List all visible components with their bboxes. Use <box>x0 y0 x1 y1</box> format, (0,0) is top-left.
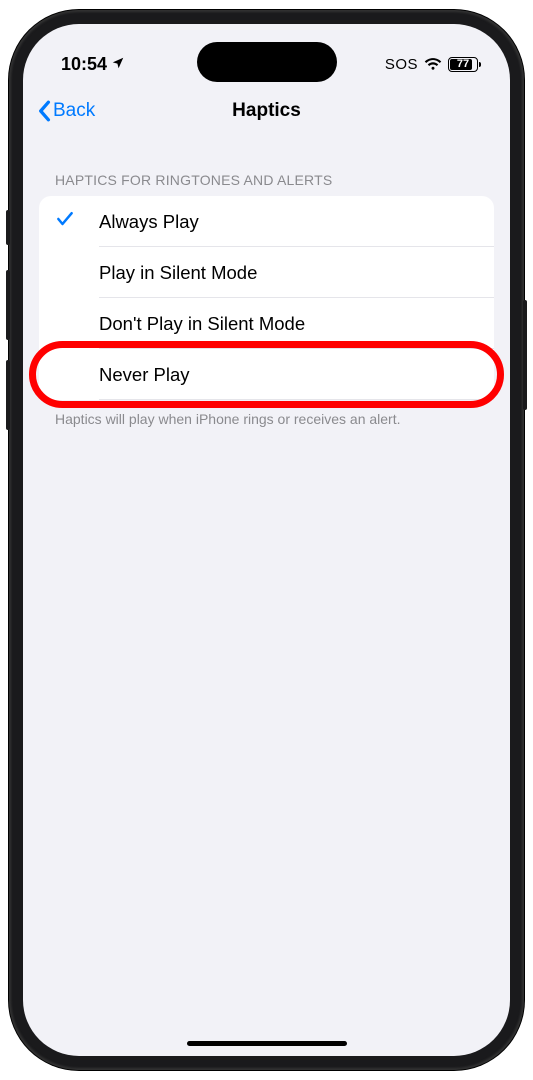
content-area: HAPTICS FOR RINGTONES AND ALERTS Always … <box>23 136 510 428</box>
option-always-play[interactable]: Always Play <box>39 196 494 247</box>
nav-bar: Back Haptics <box>23 86 510 136</box>
check-column <box>55 209 99 234</box>
checkmark-icon <box>55 209 75 234</box>
page-title: Haptics <box>232 100 301 122</box>
option-never-play[interactable]: Never Play <box>39 349 494 400</box>
screen: 10:54 SOS 77 Back Haptics <box>23 24 510 1056</box>
location-icon <box>111 54 125 75</box>
back-button[interactable]: Back <box>37 100 95 122</box>
battery-icon: 77 <box>448 57 478 72</box>
home-indicator[interactable] <box>187 1041 347 1046</box>
sos-indicator: SOS <box>385 56 418 73</box>
wifi-icon <box>424 54 442 75</box>
option-label: Never Play <box>99 364 189 386</box>
dynamic-island <box>197 42 337 82</box>
option-label: Always Play <box>99 211 199 233</box>
options-list: Always Play Play in Silent Mode Don't Pl… <box>39 196 494 400</box>
section-footer: Haptics will play when iPhone rings or r… <box>39 400 494 428</box>
option-wrap-never-play: Never Play <box>39 349 494 400</box>
side-button <box>6 270 10 340</box>
option-play-silent[interactable]: Play in Silent Mode <box>39 247 494 298</box>
side-button <box>6 360 10 430</box>
status-left: 10:54 <box>61 54 125 75</box>
option-dont-play-silent[interactable]: Don't Play in Silent Mode <box>39 298 494 349</box>
section-header: HAPTICS FOR RINGTONES AND ALERTS <box>39 136 494 196</box>
side-button <box>523 300 527 410</box>
option-label: Don't Play in Silent Mode <box>99 313 305 335</box>
side-button <box>6 210 10 245</box>
phone-frame: 10:54 SOS 77 Back Haptics <box>9 10 524 1070</box>
back-label: Back <box>53 100 95 122</box>
option-label: Play in Silent Mode <box>99 262 257 284</box>
status-right: SOS 77 <box>385 54 478 75</box>
battery-percentage: 77 <box>449 58 477 71</box>
status-time: 10:54 <box>61 54 107 75</box>
